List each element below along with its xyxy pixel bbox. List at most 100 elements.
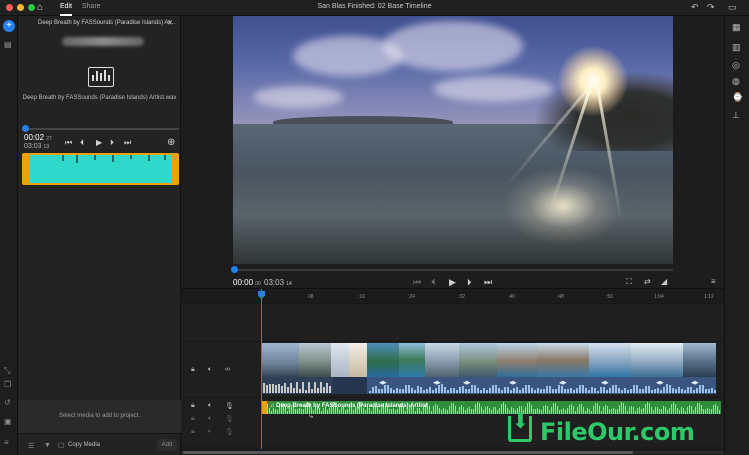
- tools-icon[interactable]: ⤡: [4, 366, 10, 376]
- aspect-ratio-icon[interactable]: ◢: [661, 277, 667, 286]
- timeline-playhead[interactable]: [261, 289, 262, 449]
- ruler-tick: 1:04: [654, 294, 664, 300]
- waveform-bar: [297, 409, 298, 414]
- lock-icon[interactable]: 🔒︎: [191, 415, 195, 423]
- audio-icon[interactable]: ◍: [732, 76, 740, 87]
- source-panel: Deep Breath by FASSounds (Paradise Islan…: [18, 16, 181, 455]
- source-scrubber[interactable]: [24, 128, 179, 130]
- color-icon[interactable]: ◎: [732, 60, 740, 71]
- clip-out-handle[interactable]: [171, 155, 177, 183]
- go-to-start-icon[interactable]: ⏮: [65, 138, 72, 148]
- waveform-bar: [459, 406, 460, 414]
- waveform-bar: [326, 382, 328, 393]
- speaker-icon[interactable]: 🔈︎: [208, 366, 212, 374]
- add-button[interactable]: Add: [156, 439, 178, 451]
- layers-icon[interactable]: ❐: [4, 380, 11, 389]
- plus-icon[interactable]: +: [3, 20, 15, 32]
- step-back-icon[interactable]: ⏴: [80, 138, 84, 148]
- mic-icon[interactable]: 🎙︎: [225, 428, 234, 436]
- waveform-bar: [597, 390, 599, 393]
- speaker-icon[interactable]: 🔈︎: [208, 428, 212, 436]
- keyframe-icon[interactable]: ◀▶: [463, 380, 471, 386]
- monitor-menu-icon[interactable]: ≡: [711, 277, 716, 286]
- play-icon[interactable]: ▶: [96, 138, 102, 147]
- chat-icon[interactable]: ▭: [728, 2, 737, 13]
- waveform-bar: [445, 408, 446, 414]
- step-back-icon[interactable]: ⏴: [431, 277, 436, 288]
- step-forward-icon[interactable]: ⏵: [467, 277, 472, 288]
- monitor-scrubber[interactable]: [233, 269, 673, 271]
- go-to-start-icon[interactable]: ⏮: [413, 277, 421, 288]
- waveform-bar: [396, 388, 398, 393]
- monitor-playhead[interactable]: [231, 266, 238, 273]
- waveform-bar: [449, 405, 450, 414]
- list-icon[interactable]: ☰: [28, 442, 34, 450]
- waveform-bar: [391, 409, 392, 414]
- video-clip[interactable]: ◀▶ ◀▶ ◀▶ ◀▶ ◀▶ ◀▶ ◀▶ ◀▶: [261, 343, 716, 394]
- monitor-current-time: 00:00 00: [233, 278, 261, 287]
- waveform-bar: [549, 385, 551, 393]
- waveform-bar: [501, 403, 502, 414]
- waveform-bar: [477, 388, 479, 393]
- keyframe-icon[interactable]: ◀▶: [509, 380, 517, 386]
- play-icon[interactable]: ▶: [449, 277, 456, 288]
- checkbox-icon[interactable]: ☐: [58, 442, 64, 450]
- loop-icon[interactable]: ⇄: [644, 277, 651, 286]
- keyframe-icon[interactable]: ◀▶: [601, 380, 609, 386]
- waveform-bar: [327, 409, 328, 414]
- waveform-bar: [570, 387, 572, 393]
- lock-icon[interactable]: 🔒︎: [191, 366, 195, 374]
- waveform-bar: [714, 390, 716, 393]
- keyframe-icon[interactable]: ◀▶: [691, 380, 699, 386]
- mic-icon[interactable]: 🎙︎: [225, 415, 234, 423]
- speaker-icon[interactable]: 🔈︎: [208, 402, 212, 410]
- waveform-bar: [451, 402, 452, 414]
- redo-icon[interactable]: ↷: [707, 2, 715, 13]
- speaker-icon[interactable]: 🔈︎: [208, 415, 212, 423]
- source-audio-clip[interactable]: [22, 153, 179, 185]
- waveform-bar: [504, 386, 506, 393]
- link-icon[interactable]: ∞: [225, 366, 230, 373]
- list-view-icon[interactable]: ≡: [4, 438, 9, 447]
- video-preview[interactable]: [233, 16, 673, 264]
- waveform-bar: [477, 402, 478, 414]
- clip-in-handle[interactable]: [24, 155, 30, 183]
- crop-icon[interactable]: ⊥: [732, 110, 740, 121]
- waveform-bar: [296, 382, 298, 393]
- media-drop-zone[interactable]: Select media to add to project.: [18, 400, 181, 433]
- waveform-bar: [513, 388, 515, 393]
- graphics-icon[interactable]: ▣: [4, 417, 12, 426]
- waveform-bar: [305, 389, 307, 393]
- right-rail: ▦ ▥ ◎ ◍ ⌚ ⊥: [724, 16, 749, 455]
- mic-icon[interactable]: 🎙︎: [225, 402, 234, 410]
- waveform-bar: [699, 384, 701, 393]
- source-playhead[interactable]: [22, 125, 29, 132]
- filter-icon[interactable]: ▼: [44, 442, 51, 449]
- step-forward-icon[interactable]: ⏵: [110, 138, 114, 148]
- waveform-bar: [510, 390, 512, 393]
- go-to-end-icon[interactable]: ⏭: [484, 277, 492, 288]
- speed-icon[interactable]: ⌚: [732, 92, 743, 103]
- waveform-bar: [534, 390, 536, 393]
- lock-icon[interactable]: 🔒︎: [191, 428, 195, 436]
- lock-icon[interactable]: 🔒︎: [191, 402, 195, 410]
- fit-frame-icon[interactable]: ⛶: [626, 277, 632, 287]
- history-icon[interactable]: ↺: [4, 398, 11, 407]
- waveform-bar: [429, 387, 431, 393]
- waveform-bar: [702, 385, 704, 393]
- effects-icon[interactable]: ▥: [732, 42, 741, 53]
- undo-icon[interactable]: ↶: [691, 2, 699, 13]
- waveform-bar: [439, 408, 440, 414]
- project-panel-icon[interactable]: ▤: [4, 40, 12, 49]
- waveform-bar: [379, 410, 380, 414]
- properties-icon[interactable]: ▦: [732, 22, 741, 33]
- waveform-bar: [498, 387, 500, 393]
- keyframe-icon[interactable]: ◀▶: [656, 380, 664, 386]
- go-to-end-icon[interactable]: ⏭: [124, 138, 131, 148]
- left-rail: + ▤ ⤡ ❐ ↺ ▣ ≡: [0, 16, 18, 455]
- close-source-icon[interactable]: ✕: [167, 19, 173, 27]
- add-to-timeline-icon[interactable]: ⊕: [167, 137, 175, 148]
- waveform-bar: [284, 383, 286, 393]
- copy-media-label[interactable]: Copy Media: [68, 442, 100, 448]
- source-duration: 03:03 13: [24, 143, 50, 150]
